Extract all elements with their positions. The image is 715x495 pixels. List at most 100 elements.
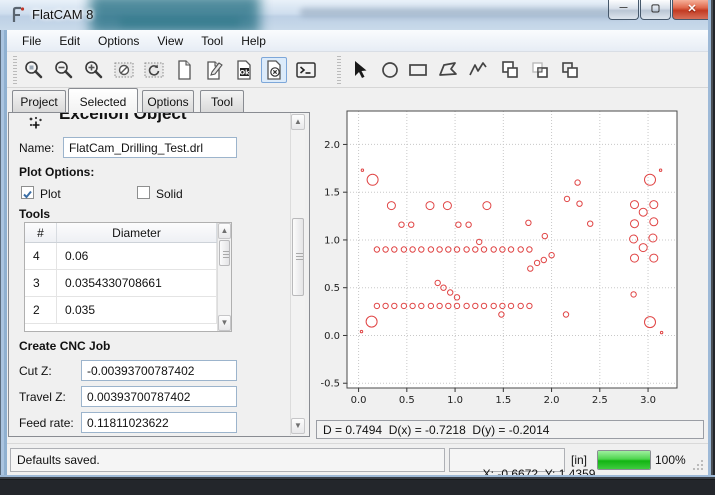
cell-tool-number: 3: [25, 270, 57, 296]
table-header-row: # Diameter: [25, 223, 217, 243]
feedrate-label: Feed rate:: [19, 416, 74, 430]
menu-tool[interactable]: Tool: [192, 31, 232, 51]
maximize-button[interactable]: ▢: [640, 0, 671, 20]
rectangle-shape-icon: [407, 59, 429, 81]
zoom-fit-button[interactable]: [21, 57, 47, 83]
solid-checkbox-label[interactable]: Solid: [156, 187, 183, 201]
toolbar-drag-handle[interactable]: [13, 56, 17, 84]
table-scrollbar-thumb[interactable]: [219, 240, 230, 266]
tab-options[interactable]: Options: [142, 90, 194, 112]
table-scrollbar[interactable]: ▲ ▼: [217, 223, 231, 331]
name-label: Name:: [19, 141, 54, 155]
table-row[interactable]: 4 0.06: [25, 243, 217, 270]
close-button[interactable]: ✕: [672, 0, 712, 20]
panel-scrollbar-thumb[interactable]: [292, 218, 304, 296]
svg-text:2.5: 2.5: [592, 395, 608, 406]
plot-options-label: Plot Options:: [19, 165, 94, 179]
plot-canvas[interactable]: 0.00.51.01.52.02.53.0-0.50.00.51.01.52.0: [316, 97, 710, 417]
scroll-up-icon[interactable]: ▲: [218, 223, 231, 239]
column-header-diameter[interactable]: Diameter: [57, 223, 217, 242]
ok-file-icon: Ok: [233, 59, 255, 81]
draw-rectangle-button[interactable]: [405, 57, 431, 83]
join-geometry-button[interactable]: [497, 57, 523, 83]
intersect-geometry-button[interactable]: [527, 57, 553, 83]
svg-text:2.0: 2.0: [544, 395, 560, 406]
plot-svg[interactable]: 0.00.51.01.52.02.53.0-0.50.00.51.01.52.0: [316, 97, 710, 417]
svg-text:0.5: 0.5: [324, 283, 340, 294]
svg-text:Ok: Ok: [240, 69, 251, 77]
union-squares-icon: [499, 59, 521, 81]
cell-tool-number: 2: [25, 297, 57, 323]
scroll-down-icon[interactable]: ▼: [291, 418, 305, 434]
minimize-icon: —: [609, 0, 638, 16]
checkmark-icon: [22, 189, 33, 200]
progress-percent-label: 100%: [655, 453, 686, 467]
resize-grip-icon[interactable]: [692, 459, 704, 471]
draw-polygon-button[interactable]: [435, 57, 461, 83]
intersect-squares-icon: [529, 59, 551, 81]
units-label: [in]: [571, 453, 587, 467]
panel-scrollbar[interactable]: ▲ ▼: [290, 113, 305, 435]
table-row[interactable]: 3 0.0354330708661: [25, 270, 217, 297]
terminal-icon: [295, 59, 317, 81]
flatcam-logo-icon: [10, 6, 28, 24]
polygon-shape-icon: [437, 59, 459, 81]
feedrate-input[interactable]: [81, 412, 237, 433]
edit-file-icon: [203, 59, 225, 81]
new-project-button[interactable]: [171, 57, 197, 83]
toolbar-drag-handle[interactable]: [337, 56, 341, 84]
column-header-number[interactable]: #: [25, 223, 57, 242]
tab-project[interactable]: Project: [12, 90, 66, 112]
name-input[interactable]: [63, 137, 237, 158]
draw-path-button[interactable]: [465, 57, 491, 83]
menu-bar: File Edit Options View Tool Help: [7, 30, 708, 52]
cutz-input[interactable]: [81, 360, 237, 381]
table-row-partial: [25, 324, 217, 332]
glass-blur-decoration: [120, 18, 240, 26]
clear-plot-button[interactable]: [111, 57, 137, 83]
client-area: File Edit Options View Tool Help: [7, 30, 708, 475]
zoom-out-button[interactable]: [51, 57, 77, 83]
zoom-in-button[interactable]: [81, 57, 107, 83]
scrollbar-grip: [223, 251, 229, 258]
window-frame-bottom: [0, 475, 715, 480]
title-bar[interactable]: FlatCAM 8 — ▢ ✕: [0, 0, 715, 30]
save-project-button[interactable]: Ok: [231, 57, 257, 83]
window-frame-right: [708, 0, 715, 480]
cell-tool-number: 4: [25, 243, 57, 269]
solid-checkbox[interactable]: [137, 186, 150, 199]
maximize-icon: ▢: [641, 0, 670, 18]
svg-text:3.0: 3.0: [640, 395, 656, 406]
tab-tool[interactable]: Tool: [200, 90, 244, 112]
table-row[interactable]: 2 0.035: [25, 297, 217, 324]
menu-edit[interactable]: Edit: [50, 31, 89, 51]
plot-checkbox[interactable]: [21, 186, 34, 199]
measurement-readout: D = 0.7494 D(x) = -0.7218 D(y) = -0.2014: [316, 420, 704, 439]
menu-view[interactable]: View: [148, 31, 192, 51]
cnc-section-label: Create CNC Job: [19, 339, 110, 353]
replot-button[interactable]: [141, 57, 167, 83]
plot-checkbox-label[interactable]: Plot: [40, 187, 61, 201]
draw-circle-button[interactable]: [377, 57, 403, 83]
tab-selected[interactable]: Selected: [68, 88, 138, 113]
menu-options[interactable]: Options: [89, 31, 148, 51]
zoom-out-icon: [53, 59, 75, 81]
scroll-down-icon[interactable]: ▼: [218, 315, 231, 331]
circle-shape-icon: [379, 59, 401, 81]
minimize-button[interactable]: —: [608, 0, 639, 20]
zoom-in-icon: [83, 59, 105, 81]
window-frame-left: [0, 0, 7, 480]
zoom-fit-icon: [23, 59, 45, 81]
select-tool-button[interactable]: [347, 57, 373, 83]
open-project-button[interactable]: [201, 57, 227, 83]
svg-text:0.0: 0.0: [324, 331, 340, 342]
status-message: Defaults saved.: [10, 448, 445, 472]
tools-label: Tools: [19, 207, 50, 221]
shell-button[interactable]: [293, 57, 319, 83]
travelz-input[interactable]: [81, 386, 237, 407]
delete-object-button[interactable]: [261, 57, 287, 83]
menu-file[interactable]: File: [13, 31, 50, 51]
subtract-geometry-button[interactable]: [557, 57, 583, 83]
menu-help[interactable]: Help: [232, 31, 275, 51]
scroll-up-icon[interactable]: ▲: [291, 114, 305, 130]
